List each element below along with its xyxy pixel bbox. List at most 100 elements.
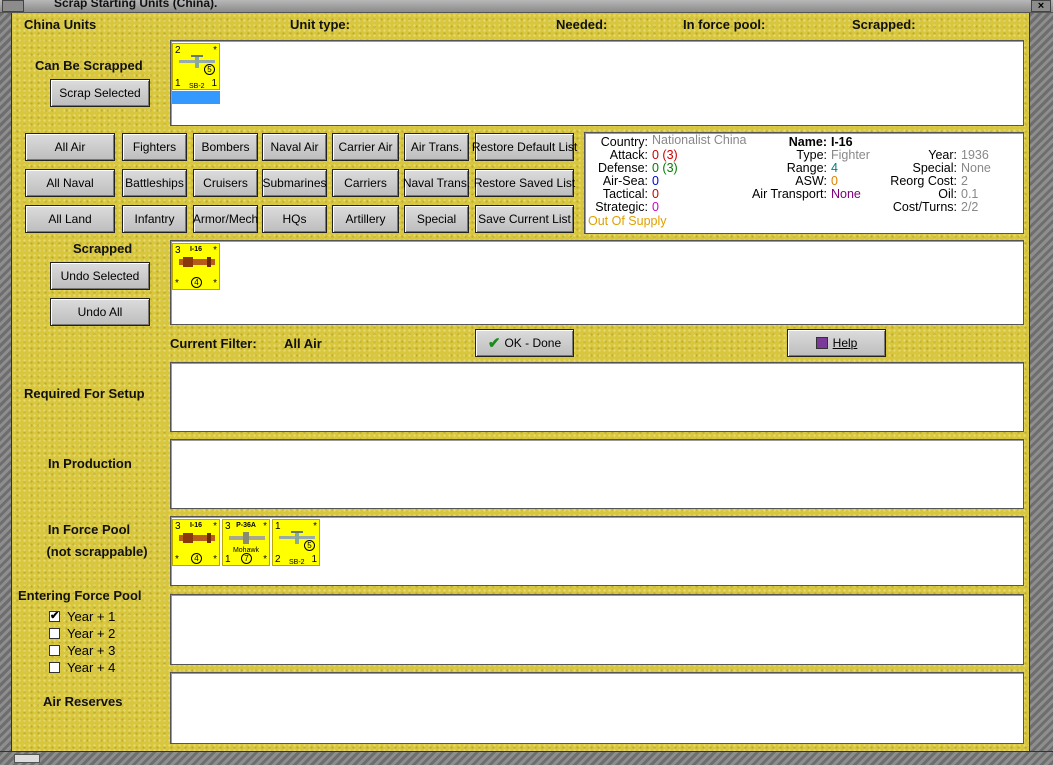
unit-type-label: Unit type: bbox=[290, 17, 350, 32]
counter-circle-value: 4 bbox=[191, 553, 202, 564]
reorg-cost-key: Reorg Cost: bbox=[890, 174, 957, 188]
resize-grip-icon[interactable] bbox=[14, 754, 40, 763]
counter-circle-value: 4 bbox=[191, 277, 202, 288]
filter-special[interactable]: Special bbox=[404, 205, 469, 233]
filter-all-land[interactable]: All Land bbox=[25, 205, 115, 233]
can-be-scrapped-list: 2 * 1 1 SB-2 5 bbox=[170, 40, 1024, 126]
unit-counter-i16[interactable]: 3 I-16 * * * 4 bbox=[172, 243, 220, 290]
year-plus-3-checkbox[interactable] bbox=[49, 645, 60, 656]
year-plus-1-label: Year + 1 bbox=[67, 609, 116, 624]
window-frame-left bbox=[0, 13, 12, 765]
strategic-key: Strategic: bbox=[595, 200, 648, 214]
range-key: Range: bbox=[786, 161, 827, 175]
not-scrappable-label: (not scrappable) bbox=[46, 544, 148, 559]
fighter-icon bbox=[179, 257, 215, 267]
counter-circle-value: 5 bbox=[204, 64, 215, 75]
scrapped-count-label: Scrapped: bbox=[852, 17, 916, 32]
filter-carriers[interactable]: Carriers bbox=[332, 169, 399, 197]
window-frame-bottom bbox=[0, 751, 1053, 765]
help-button[interactable]: Help bbox=[787, 329, 886, 357]
window-menu-icon[interactable] bbox=[2, 0, 24, 12]
undo-all-button[interactable]: Undo All bbox=[50, 298, 150, 326]
name-key: Name: bbox=[788, 135, 827, 149]
oil-key: Oil: bbox=[938, 187, 957, 201]
year-plus-2-checkbox[interactable] bbox=[49, 628, 60, 639]
year-plus-1-checkbox[interactable]: ✔ bbox=[49, 611, 60, 622]
fighter-icon bbox=[229, 532, 265, 544]
asw-value: 0 bbox=[831, 174, 838, 188]
attack-value: 0 (3) bbox=[652, 148, 678, 162]
counter-range: 1 bbox=[175, 78, 181, 89]
help-book-icon bbox=[815, 337, 828, 349]
in-force-pool-section-label: In Force Pool bbox=[47, 522, 131, 537]
unit-counter-i16[interactable]: 3 I-16 * * * 4 bbox=[172, 519, 220, 566]
restore-default-list-button[interactable]: Restore Default List bbox=[472, 133, 577, 161]
air-transport-value: None bbox=[831, 187, 861, 201]
filter-cruisers[interactable]: Cruisers bbox=[193, 169, 258, 197]
filter-artillery[interactable]: Artillery bbox=[332, 205, 399, 233]
counter-range: * bbox=[175, 278, 179, 289]
unit-counter-p36a[interactable]: 3 P-36A * Mohawk 1 * 7 bbox=[222, 519, 270, 566]
ok-done-label: OK - Done bbox=[504, 336, 562, 350]
year-value: 1936 bbox=[961, 148, 989, 162]
unit-counter-sb2[interactable]: 2 * 1 1 SB-2 5 bbox=[172, 43, 220, 90]
restore-saved-list-button[interactable]: Restore Saved List bbox=[474, 169, 575, 197]
filter-hqs[interactable]: HQs bbox=[262, 205, 327, 233]
ok-done-button[interactable]: ✔ OK - Done bbox=[475, 329, 574, 357]
scrapped-list: 3 I-16 * * * 4 bbox=[170, 240, 1024, 325]
counter-name: I-16 bbox=[189, 522, 203, 529]
window-frame-right bbox=[1029, 13, 1053, 765]
selected-highlight bbox=[172, 91, 220, 104]
main-panel: China Units Unit type: Needed: In force … bbox=[12, 13, 1029, 751]
cost-turns-key: Cost/Turns: bbox=[892, 200, 957, 214]
counter-circle-value: 5 bbox=[304, 540, 315, 551]
filter-infantry[interactable]: Infantry bbox=[122, 205, 187, 233]
counter-range: 1 bbox=[225, 554, 231, 565]
entering-force-pool-label: Entering Force Pool bbox=[18, 588, 142, 603]
filter-submarines[interactable]: Submarines bbox=[262, 169, 327, 197]
filter-armor-mech[interactable]: Armor/Mech bbox=[193, 205, 258, 233]
scrap-selected-button[interactable]: Scrap Selected bbox=[50, 79, 150, 107]
year-plus-4-checkbox[interactable] bbox=[49, 662, 60, 673]
range-value: 4 bbox=[831, 161, 838, 175]
counter-circle-value: 7 bbox=[241, 553, 252, 564]
defense-key: Defense: bbox=[597, 161, 648, 175]
special-value: None bbox=[961, 161, 991, 175]
counter-value: * bbox=[263, 554, 267, 565]
tactical-value: 0 bbox=[652, 187, 659, 201]
strategic-value: 0 bbox=[652, 200, 659, 214]
year-key: Year: bbox=[928, 148, 957, 162]
air-reserves-list bbox=[170, 672, 1024, 744]
unit-counter-sb2[interactable]: 1 * 2 1 SB-2 5 bbox=[272, 519, 320, 566]
filter-fighters[interactable]: Fighters bbox=[122, 133, 187, 161]
required-for-setup-label: Required For Setup bbox=[24, 386, 145, 401]
special-key: Special: bbox=[912, 161, 957, 175]
type-value: Fighter bbox=[831, 148, 870, 162]
filter-naval-trans[interactable]: Naval Trans. bbox=[403, 169, 470, 197]
filter-all-naval[interactable]: All Naval bbox=[25, 169, 115, 197]
filter-all-air[interactable]: All Air bbox=[25, 133, 115, 161]
defense-value: 0 (3) bbox=[652, 161, 678, 175]
current-filter-label: Current Filter: bbox=[170, 336, 257, 351]
counter-attack: 2 bbox=[275, 554, 281, 565]
air-transport-key: Air Transport: bbox=[751, 187, 827, 201]
attack-key: Attack: bbox=[609, 148, 648, 162]
counter-value: * bbox=[213, 278, 217, 289]
needed-label: Needed: bbox=[556, 17, 608, 32]
undo-selected-button[interactable]: Undo Selected bbox=[50, 262, 150, 290]
filter-bombers[interactable]: Bombers bbox=[193, 133, 258, 161]
current-filter-value: All Air bbox=[284, 336, 322, 351]
counter-range: * bbox=[175, 554, 179, 565]
save-current-list-button[interactable]: Save Current List bbox=[475, 205, 574, 233]
filter-naval-air[interactable]: Naval Air bbox=[262, 133, 327, 161]
in-production-label: In Production bbox=[48, 456, 132, 471]
filter-air-trans[interactable]: Air Trans. bbox=[404, 133, 469, 161]
window-title: Scrap Starting Units (China). bbox=[54, 0, 218, 10]
name-value: I-16 bbox=[831, 135, 853, 149]
filter-carrier-air[interactable]: Carrier Air bbox=[332, 133, 399, 161]
close-icon[interactable]: × bbox=[1031, 0, 1051, 12]
counter-value: 1 bbox=[211, 78, 217, 89]
year-plus-2-label: Year + 2 bbox=[67, 626, 116, 641]
filter-battleships[interactable]: Battleships bbox=[122, 169, 187, 197]
in-force-pool-list: 3 I-16 * * * 4 3 P-36A * Mohawk 1 * 7 1 … bbox=[170, 516, 1024, 586]
